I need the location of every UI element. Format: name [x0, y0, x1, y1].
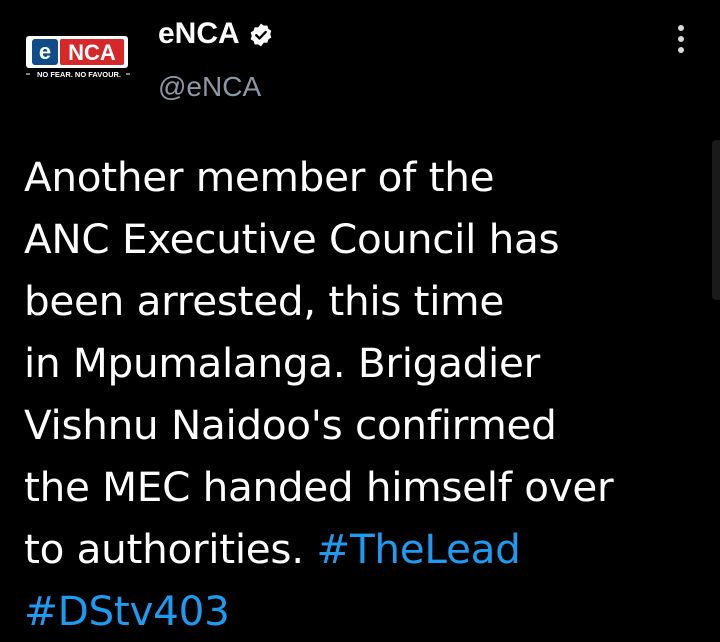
- scrollbar[interactable]: [712, 140, 720, 300]
- hashtag-link[interactable]: #TheLead: [316, 525, 520, 573]
- enca-logo: e NCA NO FEAR. NO FAVOUR.: [24, 22, 134, 84]
- more-options-icon[interactable]: [666, 22, 696, 56]
- tweet-line: the MEC handed himself over: [24, 463, 614, 511]
- tweet-line: Another member of the: [24, 153, 495, 201]
- logo-nca: NCA: [68, 40, 116, 65]
- logo-e: e: [39, 39, 51, 64]
- author-name[interactable]: eNCA: [158, 16, 240, 52]
- author-handle[interactable]: @eNCA: [158, 70, 261, 104]
- tweet-line: been arrested, this time: [24, 277, 504, 325]
- tweet-line: in Mpumalanga. Brigadier: [24, 339, 540, 387]
- author-name-row[interactable]: eNCA: [158, 16, 274, 52]
- tweet-card: e NCA NO FEAR. NO FAVOUR. eNCA @eNCA Ano…: [0, 0, 720, 635]
- tweet-line: #DStv403: [24, 580, 704, 642]
- verified-badge-icon: [248, 21, 274, 47]
- avatar[interactable]: e NCA NO FEAR. NO FAVOUR.: [24, 22, 134, 84]
- tweet-body: Another member of the ANC Executive Coun…: [24, 146, 704, 642]
- tweet-line: Vishnu Naidoo's confirmed: [24, 401, 557, 449]
- hashtag-link[interactable]: #DStv403: [24, 587, 230, 635]
- logo-tagline: NO FEAR. NO FAVOUR.: [37, 70, 121, 79]
- tweet-line: to authorities. #TheLead: [24, 525, 521, 573]
- tweet-line: ANC Executive Council has: [24, 215, 560, 263]
